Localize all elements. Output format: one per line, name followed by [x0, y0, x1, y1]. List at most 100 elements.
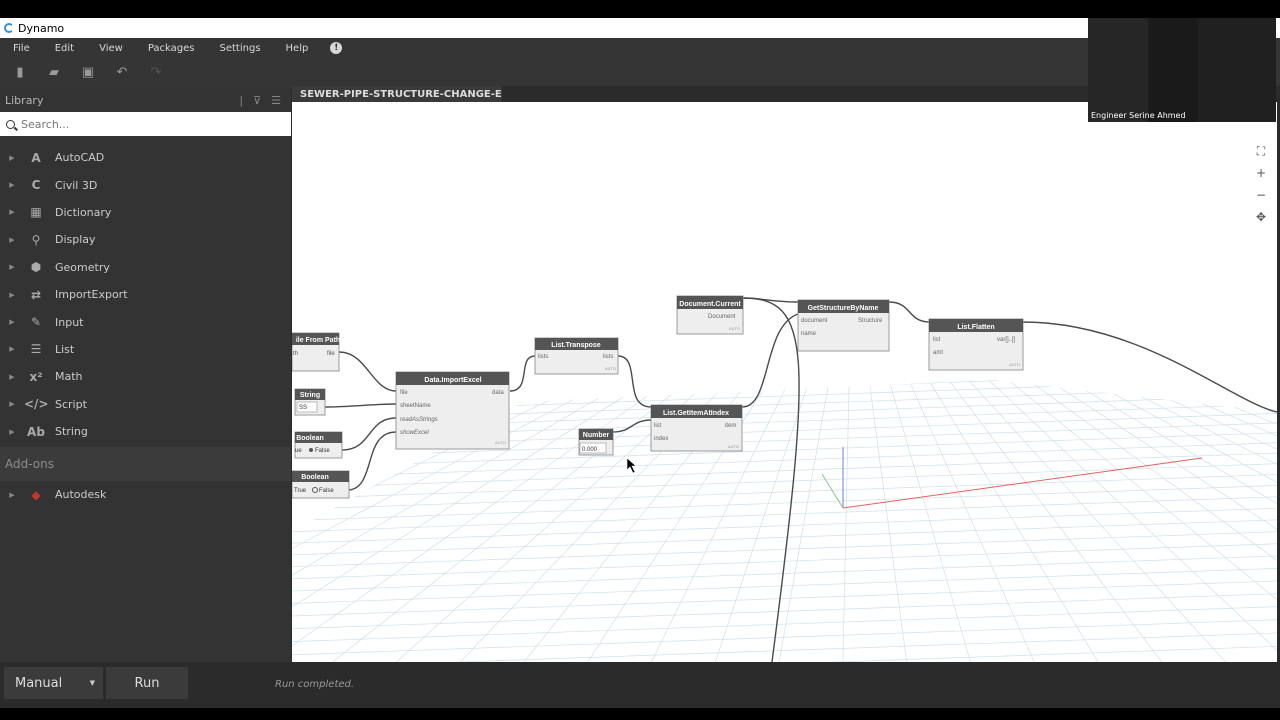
node-number[interactable]: Number 0.000 [578, 428, 614, 456]
grid-line [1111, 380, 1277, 662]
importexport-icon: ⇄ [30, 287, 42, 302]
category-label: AutoCAD [55, 151, 105, 165]
node-document-current[interactable]: Document.Current Document AUTO [676, 295, 744, 335]
false-option[interactable]: False [319, 488, 334, 494]
node-title: Data.ImportExcel [424, 377, 481, 384]
library-category-civil3d[interactable]: ▶ C Civil 3D [0, 171, 291, 198]
undo-icon[interactable]: ↶ [114, 65, 130, 81]
category-label: Display [55, 233, 96, 247]
library-category-geometry[interactable]: ▶ ⬢ Geometry [0, 254, 291, 281]
category-label: List [55, 342, 75, 356]
zoom-in-icon[interactable]: + [1252, 164, 1270, 182]
open-file-icon[interactable]: ▰ [46, 65, 62, 81]
library-category-string[interactable]: ▶ Ab String [0, 418, 291, 445]
false-option[interactable]: False [315, 448, 330, 454]
node-file-from-path[interactable]: ile From Path th file [292, 332, 340, 372]
grid-line [1126, 380, 1277, 662]
expand-arrow-icon: ▶ [9, 345, 15, 354]
filter-icon[interactable]: ⊽ [253, 94, 261, 107]
port-out: lists [603, 354, 613, 360]
zoom-to-fit-icon[interactable]: ⛶ [1252, 142, 1270, 160]
port-document: document [801, 318, 828, 324]
grid-line [701, 380, 820, 662]
true-option[interactable]: ue [295, 448, 302, 454]
expand-arrow-icon: ▶ [9, 263, 15, 272]
search-placeholder: Search... [21, 117, 70, 131]
category-label: Autodesk [55, 488, 107, 502]
library-search-input[interactable]: Search... [0, 112, 291, 136]
grid-line [1003, 380, 1277, 662]
list-view-icon[interactable]: ☰ [271, 94, 281, 107]
grid-line [911, 380, 1123, 662]
grid-line [292, 519, 1277, 556]
string-icon: Ab [27, 424, 45, 439]
menu-view[interactable]: View [86, 43, 135, 54]
library-category-dictionary[interactable]: ▶ ▦ Dictionary [0, 199, 291, 226]
save-icon[interactable]: ▣ [80, 65, 96, 81]
library-category-math[interactable]: ▶ x² Math [0, 363, 291, 390]
library-category-display[interactable]: ▶ ⚲ Display [0, 226, 291, 253]
grid-line [941, 380, 1263, 662]
letterbox-bar [0, 708, 1280, 720]
port-out: file [327, 351, 335, 357]
port-var: var[]..[] [997, 337, 1016, 343]
grid-line [292, 593, 1277, 630]
display-icon: ⚲ [31, 232, 41, 247]
menu-packages[interactable]: Packages [135, 43, 207, 54]
grid-line [1019, 380, 1277, 662]
string-value[interactable]: SS [299, 405, 307, 411]
node-list-transpose[interactable]: List.Transpose lists lists AUTO [534, 337, 619, 375]
node-string[interactable]: String SS [294, 388, 326, 416]
library-title: Library [5, 93, 44, 107]
grid-line [1173, 380, 1277, 662]
new-file-icon[interactable]: ▮ [12, 65, 28, 81]
library-category-list[interactable]: ▶ ☰ List [0, 336, 291, 363]
tab-workspace[interactable]: SEWER-PIPE-STRUCTURE-CHANGE-EXCE × [292, 86, 502, 102]
expand-arrow-icon: ▶ [9, 372, 15, 381]
number-value[interactable]: 0.000 [582, 447, 598, 453]
library-category-script[interactable]: ▶ </> Script [0, 391, 291, 418]
category-label: Input [55, 315, 84, 329]
graph-canvas[interactable]: ile From Path th file String SS Boolean … [292, 102, 1277, 662]
grid-line [1219, 380, 1277, 662]
notification-icon[interactable]: ! [330, 42, 343, 54]
menu-file[interactable]: File [0, 43, 42, 54]
node-boolean-2[interactable]: Boolean True False [292, 470, 350, 499]
menu-settings[interactable]: Settings [207, 43, 273, 54]
category-label: String [55, 425, 88, 439]
false-radio[interactable] [309, 448, 313, 452]
input-icon: ✎ [30, 315, 42, 330]
zoom-out-icon[interactable]: − [1252, 186, 1270, 204]
menu-edit[interactable]: Edit [42, 43, 86, 54]
node-list-getitematindex[interactable]: List.GetItemAtIndex list index item AUTO [650, 404, 743, 452]
node-boolean-1[interactable]: Boolean ue False [294, 431, 343, 459]
port-document: Document [708, 314, 736, 320]
node-title: GetStructureByName [808, 305, 879, 312]
menu-help[interactable]: Help [273, 43, 321, 54]
library-category-input[interactable]: ▶ ✎ Input [0, 308, 291, 335]
lacing-label: AUTO [728, 444, 739, 449]
chevron-down-icon: ▼ [89, 679, 95, 687]
geometry-icon: ⬢ [30, 260, 42, 275]
run-button[interactable]: Run [106, 667, 188, 699]
grid-line [1250, 380, 1277, 662]
library-category-autodesk[interactable]: ▶ ◆ Autodesk [0, 481, 291, 508]
addons-header: Add-ons [0, 447, 291, 482]
autocad-icon: A [31, 150, 41, 165]
pan-icon[interactable]: ✥ [1252, 208, 1270, 226]
run-mode-dropdown[interactable]: Manual ▼ [4, 667, 103, 699]
redo-icon[interactable]: ↷ [148, 65, 164, 81]
node-getstructurebyname[interactable]: GetStructureByName document name Structu… [797, 299, 890, 352]
script-icon: </> [24, 397, 49, 412]
library-category-importexport[interactable]: ▶ ⇄ ImportExport [0, 281, 291, 308]
node-data-importexcel[interactable]: Data.ImportExcel file sheetName readAsSt… [395, 371, 510, 450]
grid-line [292, 340, 1277, 375]
grid-line [292, 485, 1277, 521]
true-option[interactable]: True [294, 488, 307, 494]
grid-line [1188, 380, 1277, 662]
node-list-flatten[interactable]: List.Flatten list amt var[]..[] AUTO [928, 318, 1024, 371]
expand-arrow-icon: ▶ [9, 490, 15, 499]
library-category-autocad[interactable]: ▶ A AutoCAD [0, 144, 291, 171]
expand-arrow-icon: ▶ [9, 153, 15, 162]
tab-label: SEWER-PIPE-STRUCTURE-CHANGE-EXCE [300, 88, 502, 100]
